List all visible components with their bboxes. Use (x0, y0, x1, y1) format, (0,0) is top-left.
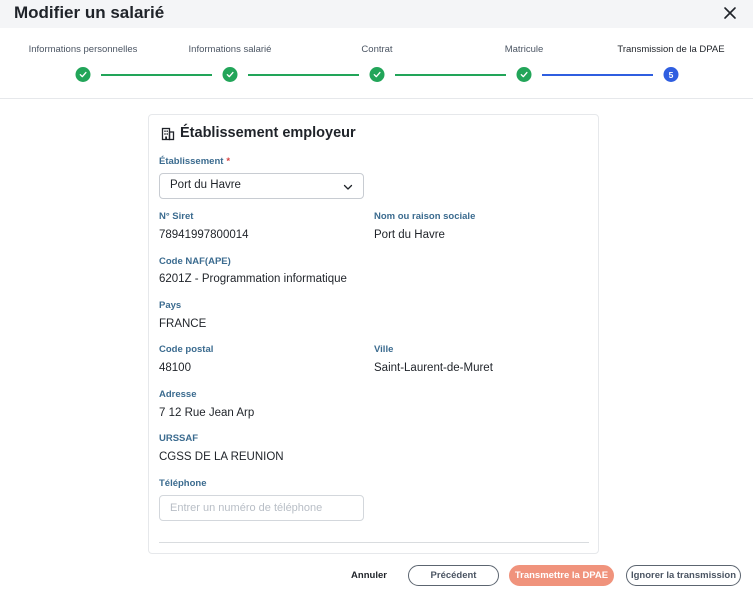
divider (159, 542, 589, 543)
step-connector (395, 74, 506, 76)
chevron-down-icon (343, 184, 353, 190)
step-connector (101, 74, 212, 76)
adresse-label: Adresse (159, 389, 197, 400)
step-label-transmission-dpae[interactable]: Transmission de la DPAE (617, 44, 724, 55)
section-title: Établissement employeur (180, 125, 356, 141)
check-icon[interactable] (516, 67, 532, 82)
ville-value: Saint-Laurent-de-Muret (374, 362, 493, 374)
check-icon[interactable] (75, 67, 91, 82)
etablissement-selected-value: Port du Havre (170, 179, 241, 191)
cancel-button[interactable]: Annuler (346, 565, 392, 586)
submit-dpae-button[interactable]: Transmettre la DPAE (509, 565, 614, 586)
raison-sociale-value: Port du Havre (374, 229, 445, 241)
etablissement-select[interactable]: Port du Havre (159, 173, 364, 199)
telephone-label: Téléphone (159, 478, 207, 489)
modal-title: Modifier un salarié (14, 3, 165, 22)
telephone-input[interactable] (159, 495, 364, 521)
check-icon[interactable] (369, 67, 385, 82)
adresse-value: 7 12 Rue Jean Arp (159, 407, 255, 419)
urssaf-label: URSSAF (159, 433, 199, 444)
naf-label: Code NAF(APE) (159, 256, 231, 267)
step-label-matricule[interactable]: Matricule (505, 44, 544, 55)
urssaf-value: CGSS DE LA REUNION (159, 451, 284, 463)
previous-button[interactable]: Précédent (408, 565, 499, 586)
step-label-contrat[interactable]: Contrat (361, 44, 392, 55)
modal-header: Modifier un salarié (0, 0, 753, 28)
ignore-transmission-button[interactable]: Ignorer la transmission (626, 565, 741, 586)
establishment-card: Établissement employeur Établissement * P… (148, 114, 599, 554)
step-label-informations-salarie[interactable]: Informations salarié (189, 44, 272, 55)
close-icon[interactable] (721, 4, 739, 22)
code-postal-value: 48100 (159, 362, 191, 374)
code-postal-label: Code postal (159, 344, 214, 355)
building-icon (161, 127, 175, 141)
check-icon[interactable] (222, 67, 238, 82)
raison-sociale-label: Nom ou raison sociale (374, 211, 476, 222)
progress-stepper: Informations personnelles Informations s… (0, 28, 753, 99)
pays-label: Pays (159, 300, 182, 311)
step-connector-active (542, 74, 653, 76)
siret-label: N° Siret (159, 211, 194, 222)
pays-value: FRANCE (159, 318, 207, 330)
naf-value: 6201Z - Programmation informatique (159, 273, 347, 285)
siret-value: 78941997800014 (159, 229, 249, 241)
edit-employee-modal: Modifier un salarié Informations personn… (0, 0, 753, 598)
modal-footer: Annuler Précédent Transmettre la DPAE Ig… (0, 555, 753, 598)
etablissement-label: Établissement * (159, 156, 231, 167)
ville-label: Ville (374, 344, 394, 355)
required-mark: * (226, 156, 231, 167)
step-label-informations-personnelles[interactable]: Informations personnelles (29, 44, 138, 55)
step-connector (248, 74, 359, 76)
step-number-current[interactable]: 5 (663, 67, 679, 82)
